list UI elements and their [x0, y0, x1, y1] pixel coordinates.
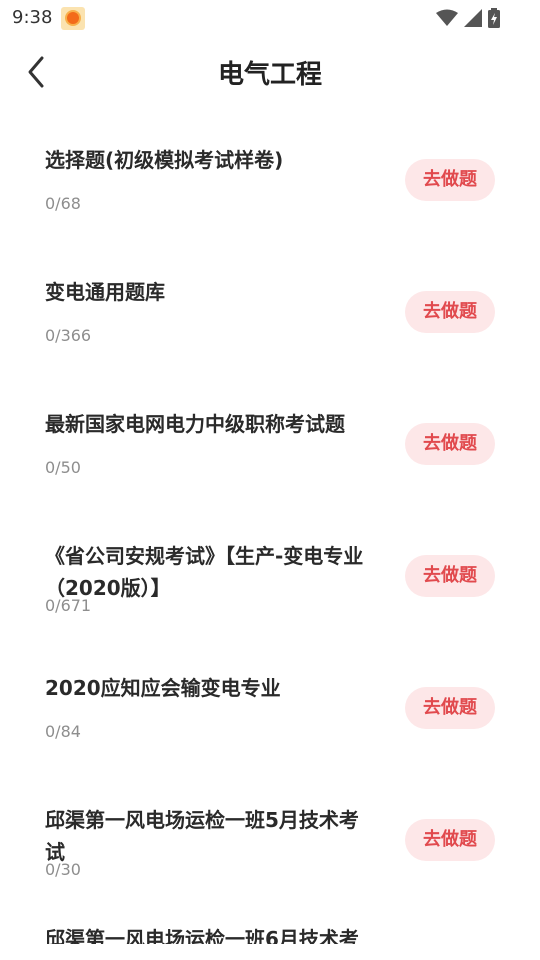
- wifi-icon: [436, 9, 458, 26]
- status-time: 9:38: [12, 7, 53, 28]
- item-title: 变电通用题库: [45, 280, 165, 304]
- battery-charging-icon: [488, 8, 500, 28]
- list-item[interactable]: 最新国家电网电力中级职称考试题 0/50 去做题: [0, 382, 540, 514]
- question-bank-list: 选择题(初级模拟考试样卷) 0/68 去做题 变电通用题库 0/366 去做题 …: [0, 118, 540, 910]
- start-practice-button[interactable]: 去做题: [405, 687, 495, 729]
- item-title: 邱渠第一风电场运检一班5月技术考试: [45, 808, 359, 864]
- start-practice-button[interactable]: 去做题: [405, 159, 495, 201]
- status-icons: [436, 8, 500, 28]
- item-progress-count: 0/671: [45, 596, 92, 615]
- list-item[interactable]: 变电通用题库 0/366 去做题: [0, 250, 540, 382]
- list-item[interactable]: 《省公司安规考试》【生产-变电专业（2020版）】 0/671 去做题: [0, 514, 540, 646]
- item-progress-count: 0/50: [45, 458, 81, 477]
- list-item-partial-title[interactable]: 邱渠第一风电场运检一班6月技术考: [45, 918, 375, 944]
- cellular-signal-icon: [464, 9, 482, 27]
- list-item[interactable]: 2020应知应会输变电专业 0/84 去做题: [0, 646, 540, 778]
- item-progress-count: 0/366: [45, 326, 92, 345]
- app-bar: 电气工程: [0, 40, 540, 104]
- item-title: 2020应知应会输变电专业: [45, 676, 281, 700]
- start-practice-button[interactable]: 去做题: [405, 819, 495, 861]
- start-practice-button[interactable]: 去做题: [405, 555, 495, 597]
- start-practice-button[interactable]: 去做题: [405, 423, 495, 465]
- weather-sun-icon: [61, 7, 85, 30]
- page-title: 电气工程: [217, 60, 322, 90]
- item-title: 最新国家电网电力中级职称考试题: [45, 412, 345, 436]
- item-title: 选择题(初级模拟考试样卷): [45, 148, 284, 172]
- start-practice-button[interactable]: 去做题: [405, 291, 495, 333]
- item-progress-count: 0/84: [45, 722, 81, 741]
- item-progress-count: 0/30: [45, 860, 81, 879]
- item-title: 《省公司安规考试》【生产-变电专业（2020版）】: [45, 544, 364, 600]
- list-item[interactable]: 邱渠第一风电场运检一班5月技术考试 0/30 去做题: [0, 778, 540, 910]
- item-progress-count: 0/68: [45, 194, 81, 213]
- list-item[interactable]: 选择题(初级模拟考试样卷) 0/68 去做题: [0, 118, 540, 250]
- status-bar: 9:38: [0, 0, 540, 38]
